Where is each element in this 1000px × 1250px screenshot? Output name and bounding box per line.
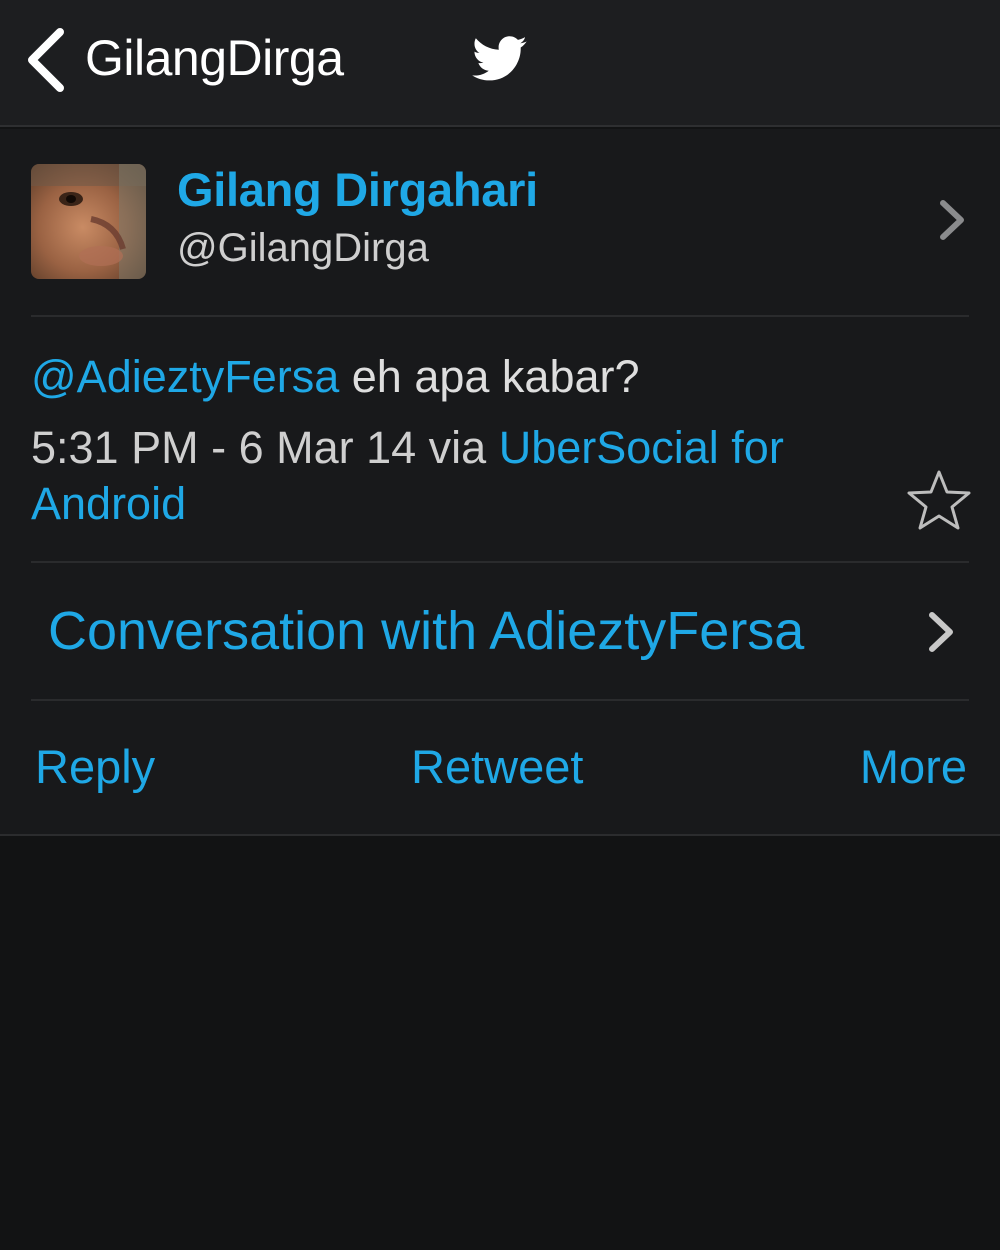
avatar-image	[31, 164, 146, 279]
mention-link[interactable]: @AdieztyFersa	[31, 351, 339, 402]
tweet-text: @AdieztyFersa eh apa kabar?	[31, 349, 931, 405]
back-button[interactable]	[18, 24, 78, 96]
more-button[interactable]: More	[860, 737, 967, 797]
chevron-left-icon	[28, 28, 64, 92]
star-icon[interactable]	[906, 469, 972, 531]
retweet-button[interactable]: Retweet	[411, 737, 583, 797]
action-bar: Reply Retweet More	[0, 701, 1000, 836]
author-name[interactable]: Gilang Dirgahari	[177, 161, 538, 219]
author-handle: @GilangDirga	[177, 226, 429, 270]
chevron-right-icon	[940, 200, 964, 240]
avatar[interactable]	[31, 164, 146, 279]
tweet-meta: 5:31 PM - 6 Mar 14 via UberSocial for An…	[31, 420, 891, 532]
tweet-body: eh apa kabar?	[339, 351, 640, 402]
divider	[31, 315, 969, 317]
nav-title: GilangDirga	[85, 30, 344, 86]
reply-button[interactable]: Reply	[35, 737, 155, 797]
tweet-detail-screen: GilangDirga Gilang Dirgahari @GilangDirg…	[0, 0, 1000, 1250]
tweet-timestamp: 5:31 PM - 6 Mar 14 via	[31, 422, 499, 473]
chevron-right-icon	[929, 612, 953, 652]
twitter-bird-icon	[472, 36, 527, 81]
tweet-card: Gilang Dirgahari @GilangDirga @AdieztyFe…	[0, 129, 1000, 836]
nav-bar: GilangDirga	[0, 0, 1000, 127]
author-row[interactable]: Gilang Dirgahari @GilangDirga	[0, 129, 1000, 315]
conversation-label: Conversation with AdieztyFersa	[48, 601, 805, 661]
conversation-row[interactable]: Conversation with AdieztyFersa	[0, 563, 1000, 699]
